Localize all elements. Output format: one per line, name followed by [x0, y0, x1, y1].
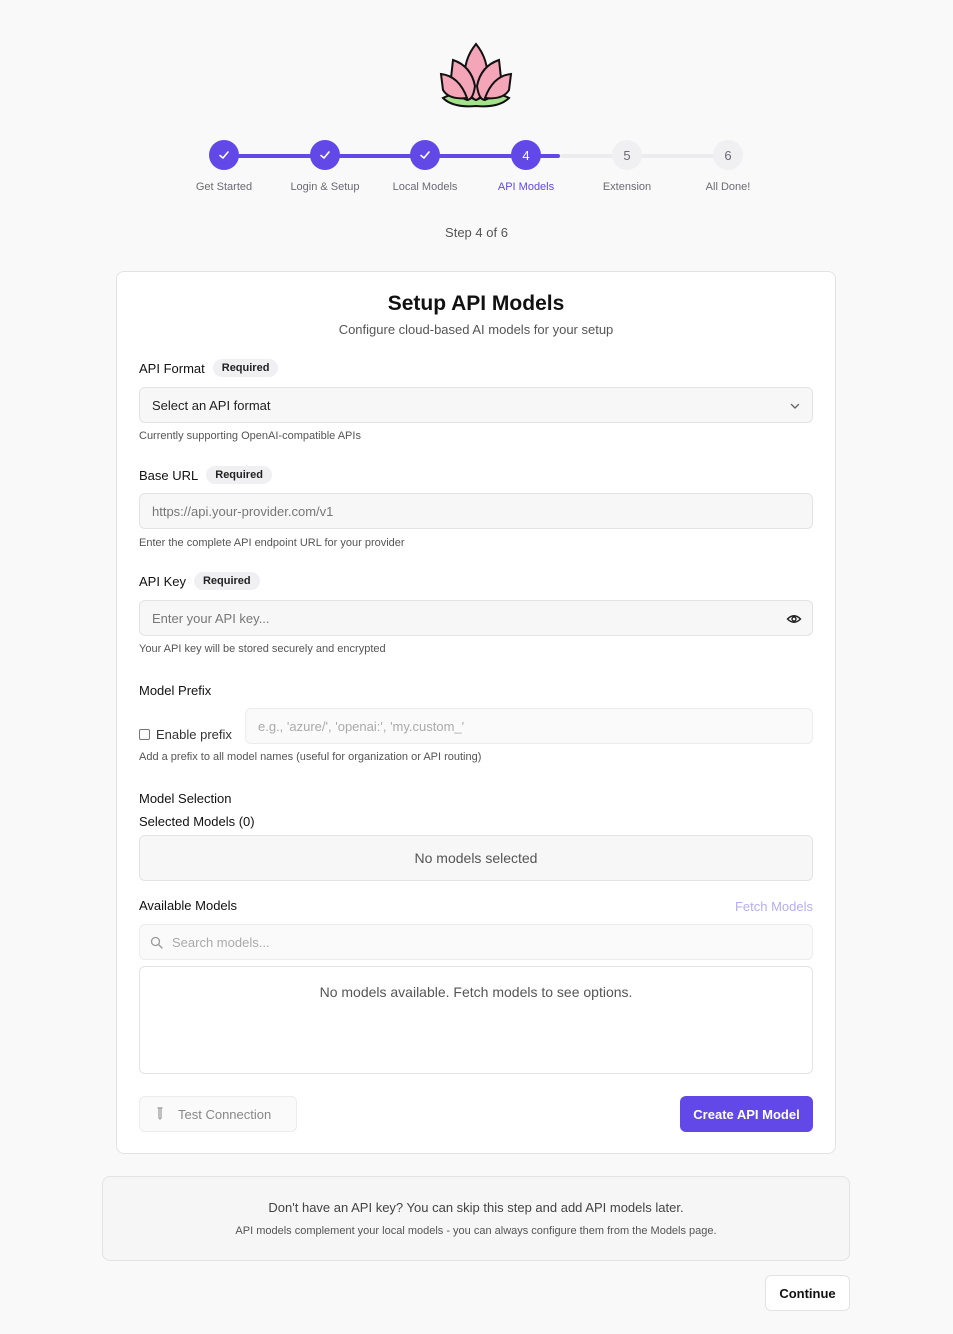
step-5-number: 5 [612, 140, 642, 170]
step-2-check-icon [310, 140, 340, 170]
base-url-help: Enter the complete API endpoint URL for … [139, 537, 405, 549]
base-url-input[interactable]: https://api.your-provider.com/v1 [139, 493, 813, 529]
enable-prefix-row[interactable]: Enable prefix [139, 716, 232, 752]
required-badge: Required [212, 359, 279, 377]
base-url-label: Base URL [139, 467, 199, 483]
eye-icon[interactable] [786, 611, 802, 627]
search-models-placeholder: Search models... [172, 934, 270, 950]
step-6-label: All Done! [705, 181, 751, 193]
model-prefix-label: Model Prefix [139, 683, 212, 698]
api-key-input[interactable]: Enter your API key... [139, 600, 813, 636]
skip-note-panel: Don't have an API key? You can skip this… [102, 1176, 850, 1261]
api-key-label: API Key [139, 573, 186, 589]
selected-models-label: Selected Models (0) [139, 814, 255, 829]
model-selection-label: Model Selection [139, 791, 232, 806]
search-icon [150, 936, 163, 949]
step-4-number: 4 [511, 140, 541, 170]
base-url-label-row: Base URL Required [139, 466, 272, 484]
continue-button[interactable]: Continue [765, 1275, 850, 1311]
available-models-label: Available Models [139, 898, 238, 913]
api-format-select[interactable]: Select an API format [139, 387, 813, 423]
model-prefix-input[interactable]: e.g., 'azure/', 'openai:', 'my.custom_' [245, 708, 813, 744]
stepper-remaining-line [560, 154, 728, 158]
enable-prefix-checkbox[interactable] [139, 728, 150, 740]
required-badge: Required [193, 572, 260, 590]
selected-models-empty: No models selected [414, 850, 538, 866]
model-prefix-placeholder: e.g., 'azure/', 'openai:', 'my.custom_' [258, 718, 465, 734]
api-format-label: API Format [139, 360, 205, 376]
available-models-empty: No models available. Fetch models to see… [319, 984, 633, 1000]
api-format-value: Select an API format [152, 397, 271, 413]
step-count: Step 4 of 6 [445, 225, 508, 240]
step-3-check-icon [410, 140, 440, 170]
stepper-progress-line [224, 154, 526, 158]
enable-prefix-label: Enable prefix [156, 726, 232, 742]
chevron-down-icon [790, 403, 800, 409]
test-connection-button[interactable]: Test Connection [139, 1096, 297, 1132]
available-models-list: No models available. Fetch models to see… [139, 966, 813, 1074]
fetch-models-button[interactable]: Fetch Models [735, 899, 813, 914]
required-badge: Required [206, 466, 272, 484]
model-prefix-help: Add a prefix to all model names (useful … [139, 751, 482, 763]
create-api-model-button[interactable]: Create API Model [680, 1096, 813, 1132]
api-format-label-row: API Format Required [139, 359, 279, 377]
step-1-check-icon [209, 140, 239, 170]
test-tube-icon [157, 1107, 163, 1120]
api-key-label-row: API Key Required [139, 572, 260, 590]
page-title: Setup API Models [387, 292, 565, 315]
test-connection-label: Test Connection [178, 1106, 272, 1122]
api-key-help: Your API key will be stored securely and… [139, 643, 386, 655]
selected-models-box: No models selected [139, 835, 813, 881]
skip-note-subtext: API models complement your local models … [235, 1225, 717, 1237]
search-models-input[interactable]: Search models... [139, 924, 813, 960]
setup-stepper: 4 5 6 Get Started Login & Setup Local Mo… [0, 0, 953, 260]
api-key-placeholder: Enter your API key... [152, 610, 270, 626]
step-6-number: 6 [713, 140, 743, 170]
api-format-help: Currently supporting OpenAI-compatible A… [139, 430, 361, 442]
page-subtitle: Configure cloud-based AI models for your… [338, 322, 614, 337]
setup-api-models-card: Setup API Models Configure cloud-based A… [116, 271, 836, 1154]
base-url-placeholder: https://api.your-provider.com/v1 [152, 503, 334, 519]
skip-note-text: Don't have an API key? You can skip this… [268, 1200, 684, 1215]
